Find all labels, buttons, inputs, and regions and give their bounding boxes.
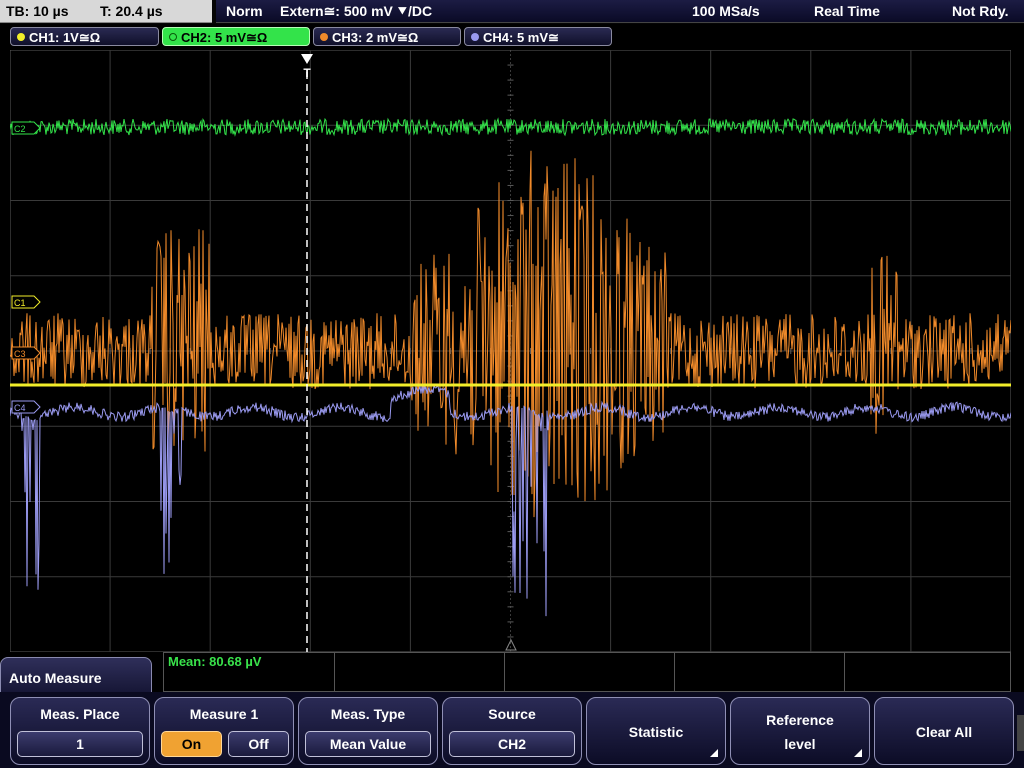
source-softkey[interactable]: Source CH2: [442, 697, 582, 765]
acquisition-mode: Real Time: [814, 3, 880, 19]
channel-2-offset-marker[interactable]: C2: [11, 121, 41, 135]
waveform-svg: T C2 C1 C3 C4: [9, 49, 1012, 653]
channel-1-dot-icon: [17, 33, 25, 41]
channel-3-offset-marker[interactable]: C3: [11, 346, 41, 360]
meas-type-value[interactable]: Mean Value: [305, 731, 431, 757]
meas-type-softkey[interactable]: Meas. Type Mean Value: [298, 697, 438, 765]
sample-rate: 100 MSa/s: [692, 3, 760, 19]
timebase-box[interactable]: TB: 10 µs T: 20.4 µs: [0, 0, 212, 23]
menu-title: Auto Measure: [9, 670, 102, 686]
source-value[interactable]: CH2: [449, 731, 575, 757]
acquisition-status: Not Rdy.: [952, 3, 1009, 19]
waveform-display[interactable]: T C2 C1 C3 C4: [9, 49, 1012, 653]
clear-all-label: Clear All: [915, 724, 973, 740]
channel-4-button[interactable]: CH4: 5 mV≅: [464, 27, 612, 46]
channel-3-label: CH3: 2 mV≅Ω: [332, 30, 419, 45]
meas-place-value[interactable]: 1: [17, 731, 143, 757]
meas-type-label: Meas. Type: [330, 706, 406, 722]
channel-3-button[interactable]: CH3: 2 mV≅Ω: [313, 27, 461, 46]
channel-2-dot-icon: [169, 33, 177, 41]
menu-scroll-indicator[interactable]: [1017, 715, 1024, 751]
submenu-arrow-icon: [710, 749, 718, 757]
channel-1-offset-marker[interactable]: C1: [11, 295, 41, 309]
svg-text:C2: C2: [14, 124, 26, 134]
reference-level-label-line2: level: [784, 736, 816, 752]
measurement-cell: [504, 653, 675, 691]
channel-3-dot-icon: [320, 33, 328, 41]
svg-text:C4: C4: [14, 403, 26, 413]
measurement-results: Mean: 80.68 µV: [163, 652, 1011, 692]
measurement-cell: Mean: 80.68 µV: [164, 653, 335, 691]
channel-4-offset-marker[interactable]: C4: [11, 400, 41, 414]
channel-2-button[interactable]: CH2: 5 mV≅Ω: [162, 27, 310, 46]
measure-1-label: Measure 1: [189, 706, 259, 722]
channel-4-dot-icon: [471, 33, 479, 41]
trigger-source: Extern≅: 500 mV ⯆/DC: [280, 3, 433, 19]
statistic-label: Statistic: [628, 724, 684, 740]
channel-1-label: CH1: 1V≅Ω: [29, 30, 101, 45]
measurement-cell: [674, 653, 845, 691]
channel-2-label: CH2: 5 mV≅Ω: [181, 30, 268, 45]
measurement-cell: [334, 653, 505, 691]
channel-4-label: CH4: 5 mV≅: [483, 30, 559, 45]
measure-off-button[interactable]: Off: [228, 731, 289, 757]
statistic-softkey[interactable]: Statistic: [586, 697, 726, 765]
svg-text:C3: C3: [14, 349, 26, 359]
svg-text:C1: C1: [14, 298, 26, 308]
measure-1-softkey[interactable]: Measure 1 On Off: [154, 697, 294, 765]
timebase-readout: TB: 10 µs: [6, 3, 69, 19]
clear-all-softkey[interactable]: Clear All: [874, 697, 1014, 765]
channel-bar: CH1: 1V≅Ω CH2: 5 mV≅Ω CH3: 2 mV≅Ω CH4: 5…: [0, 26, 1024, 48]
top-status-bar: TB: 10 µs T: 20.4 µs Norm Extern≅: 500 m…: [0, 0, 1024, 24]
reference-level-label-line1: Reference: [766, 712, 834, 728]
trigger-marker-label: T: [303, 66, 311, 80]
trigger-time-readout: T: 20.4 µs: [100, 3, 163, 19]
trigger-status-bar[interactable]: Norm Extern≅: 500 mV ⯆/DC 100 MSa/s Real…: [216, 0, 1024, 23]
meas-place-softkey[interactable]: Meas. Place 1: [10, 697, 150, 765]
measure-on-button[interactable]: On: [161, 731, 222, 757]
channel-1-button[interactable]: CH1: 1V≅Ω: [10, 27, 159, 46]
source-label: Source: [488, 706, 536, 722]
reference-level-softkey[interactable]: Reference level: [730, 697, 870, 765]
mean-measurement: Mean: 80.68 µV: [168, 654, 262, 669]
menu-title-tab: Auto Measure: [0, 657, 152, 697]
submenu-arrow-icon: [854, 749, 862, 757]
trigger-mode: Norm: [226, 3, 263, 19]
meas-place-label: Meas. Place: [40, 706, 120, 722]
